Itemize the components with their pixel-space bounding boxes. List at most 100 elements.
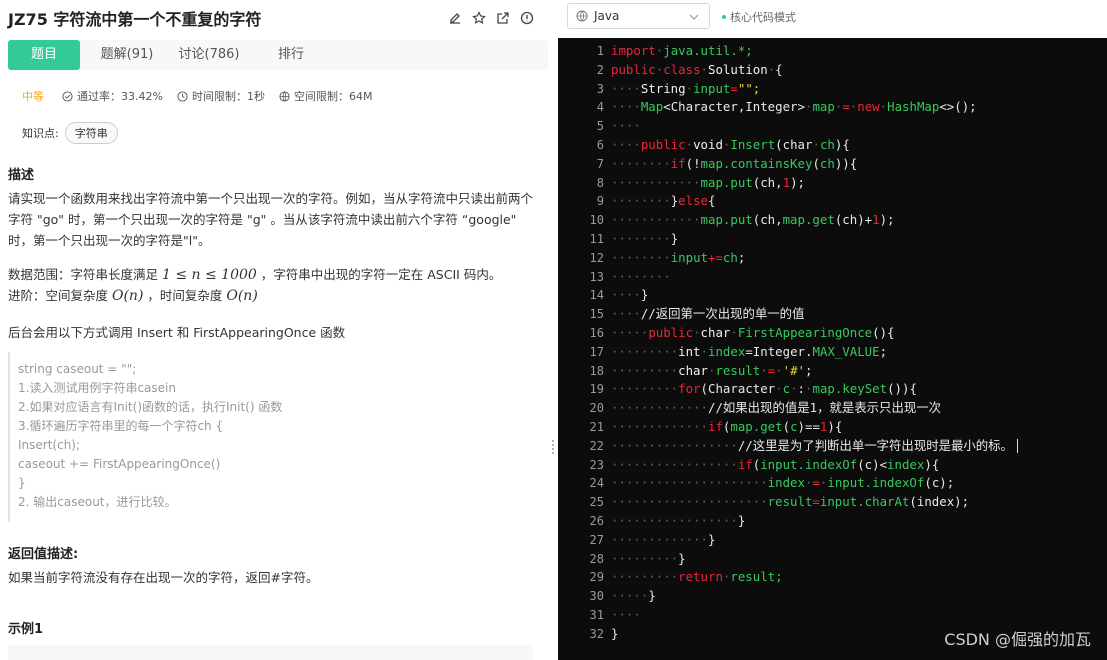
tab-problem[interactable]: 题目 xyxy=(8,40,80,70)
description-heading: 描述 xyxy=(8,168,35,183)
space-limit-text: 空间限制：64M xyxy=(293,90,373,103)
code-line-16: ·····public·char·FirstAppearingOnce(){ xyxy=(611,325,895,340)
range-suffix: ，字符串中出现的字符一定在 ASCII 码内。 xyxy=(256,267,502,282)
editor-toolbar: Java 核心代码模式 xyxy=(558,0,1107,38)
code-line-19: ·········for(Character·c·:·map.keySet())… xyxy=(611,381,917,397)
code-line-3: ····String·input=""; xyxy=(611,80,761,96)
line-number: 5 xyxy=(596,119,604,134)
tab-discussion[interactable]: 讨论(786) xyxy=(170,40,248,70)
code-line-5: ···· xyxy=(611,118,641,134)
drag-handle-icon[interactable] xyxy=(551,440,555,458)
mode-dot xyxy=(722,15,726,19)
example-heading: 示例1 xyxy=(8,622,44,637)
range-prefix: 数据范围：字符串长度满足 xyxy=(8,267,162,282)
share-icon[interactable] xyxy=(496,10,510,24)
tab-solutions[interactable]: 题解(91) xyxy=(88,40,166,70)
code-line: 2. 输出caseout，进行比较。 xyxy=(18,495,177,509)
line-number: 1 xyxy=(596,44,604,58)
editor-panel: Java 核心代码模式 1 2 3 4 5 6 7 8 9 10 11 12 13 14 15 16 17 18 1… xyxy=(558,0,1107,660)
title-row: JZ75 字符流中第一个不重复的字符 xyxy=(8,8,538,32)
problem-panel: JZ75 字符流中第一个不重复的字符 题目 题解(91) 讨论(786) 排行 … xyxy=(0,0,548,660)
complexity-middle: ，时间复杂度 xyxy=(143,288,227,303)
globe-icon xyxy=(279,90,290,102)
return-heading: 返回值描述: xyxy=(8,547,79,562)
line-number: 8 xyxy=(596,175,604,190)
text-cursor xyxy=(1016,439,1018,454)
code-line-13: ········ xyxy=(611,268,671,284)
line-number: 25 xyxy=(589,495,604,510)
code-line-8: ············map.put(ch,1); xyxy=(611,174,805,190)
line-number: 9 xyxy=(596,194,604,209)
code-line-11: ········} xyxy=(611,231,679,246)
language-value: Java xyxy=(594,9,620,23)
line-number: 24 xyxy=(589,476,604,491)
backend-note: 后台会用以下方式调用 Insert 和 FirstAppearingOnce 函… xyxy=(8,325,346,340)
code-line-18: ·········char·result·=·'#'; xyxy=(611,362,813,378)
description-text: 请实现一个函数用来找出字符流中第一个只出现一次的字符。例如，当从字符流中只读出前… xyxy=(8,191,534,248)
line-number: 23 xyxy=(589,457,604,472)
code-line-17: ·········int·index=Integer.MAX_VALUE; xyxy=(611,343,888,359)
edit-icon[interactable] xyxy=(448,10,462,24)
line-number: 17 xyxy=(589,344,604,359)
line-number: 16 xyxy=(589,326,604,340)
code-line-22: ·················//这里是为了判断出单一字符出现时是最小的标。 xyxy=(611,437,1018,456)
clock-icon xyxy=(177,90,188,102)
code-line: 3.循环遍历字符串里的每一个字符ch { xyxy=(18,419,224,433)
chevron-down-icon xyxy=(689,14,699,20)
panel-resizer[interactable] xyxy=(548,0,558,660)
star-icon[interactable] xyxy=(472,10,486,25)
code-line-32: } xyxy=(611,625,619,641)
example-box xyxy=(8,645,533,660)
knowledge-points: 知识点: 字符串 xyxy=(22,122,118,144)
line-number: 28 xyxy=(589,551,604,566)
backend-code-block: string caseout = ""; 1.读入测试用例字符串casein 2… xyxy=(8,352,528,522)
line-number: 11 xyxy=(589,232,604,246)
title-actions xyxy=(448,10,534,25)
line-number: 30 xyxy=(589,589,604,604)
code-mode: 核心代码模式 xyxy=(722,9,796,25)
knowledge-tag[interactable]: 字符串 xyxy=(64,122,118,144)
code-line-12: ········input+=ch; xyxy=(611,249,746,265)
tab-ranking[interactable]: 排行 xyxy=(260,40,322,70)
code-line-15: ····//返回第一次出现的单一的值 xyxy=(611,306,805,322)
line-number: 26 xyxy=(589,514,604,528)
code-line-2: public·class·Solution·{ xyxy=(611,61,783,77)
return-desc: 如果当前字符流没有存在出现一次的字符，返回#字符。 xyxy=(8,570,319,585)
code-line-23: ·················if(input.indexOf(c)<ind… xyxy=(611,456,940,472)
line-number: 15 xyxy=(589,307,604,322)
problem-meta: 中等 通过率：33.42% 时间限制：1秒 空间限制：64M xyxy=(22,88,386,104)
code-line-4: ····Map<Character,Integer>·map·=·new·Has… xyxy=(611,99,977,115)
language-select[interactable]: Java xyxy=(567,3,710,29)
time-limit-text: 时间限制：1秒 xyxy=(191,90,265,103)
range-math: 1 ≤ n ≤ 1000 xyxy=(161,267,257,283)
line-number: 14 xyxy=(589,288,604,303)
line-number: 6 xyxy=(596,138,604,152)
watermark: CSDN @倔强的加瓦 xyxy=(944,630,1091,649)
complexity-space: O(n) xyxy=(111,288,144,304)
space-limit: 空间限制：64M xyxy=(279,88,373,104)
line-number: 19 xyxy=(589,382,604,397)
code-line: caseout += FirstAppearingOnce() xyxy=(18,457,221,471)
mode-label: 核心代码模式 xyxy=(730,11,796,24)
knowledge-label: 知识点: xyxy=(22,127,59,140)
code-line-29: ·········return·result; xyxy=(611,569,783,585)
code-line: Insert(ch); xyxy=(18,438,81,452)
info-icon[interactable] xyxy=(520,10,534,25)
code-editor[interactable]: 1 2 3 4 5 6 7 8 9 10 11 12 13 14 15 16 17 18 19 20 21 22 23 24 2… xyxy=(558,38,1107,660)
code-line-20: ·············//如果出现的值是1，就是表示只出现一次 xyxy=(611,400,942,416)
line-number: 21 xyxy=(589,420,604,434)
pass-rate: 通过率：33.42% xyxy=(62,88,163,104)
code-line: string caseout = ""; xyxy=(18,362,137,376)
code-line: 1.读入测试用例字符串casein xyxy=(18,381,176,395)
check-circle-icon xyxy=(62,90,73,102)
line-number: 2 xyxy=(596,62,604,77)
line-number: 18 xyxy=(589,363,604,378)
code-line-14: ····} xyxy=(611,287,649,303)
line-number: 12 xyxy=(589,250,604,265)
line-number: 10 xyxy=(589,213,604,228)
difficulty-badge: 中等 xyxy=(22,90,44,103)
complexity-prefix: 进阶：空间复杂度 xyxy=(8,288,112,303)
complexity: 进阶：空间复杂度 O(n) ，时间复杂度 O(n) xyxy=(8,285,533,307)
code-line-10: ············map.put(ch,map.get(ch)+1); xyxy=(611,212,895,228)
code-line-9: ········}else{ xyxy=(611,193,716,209)
